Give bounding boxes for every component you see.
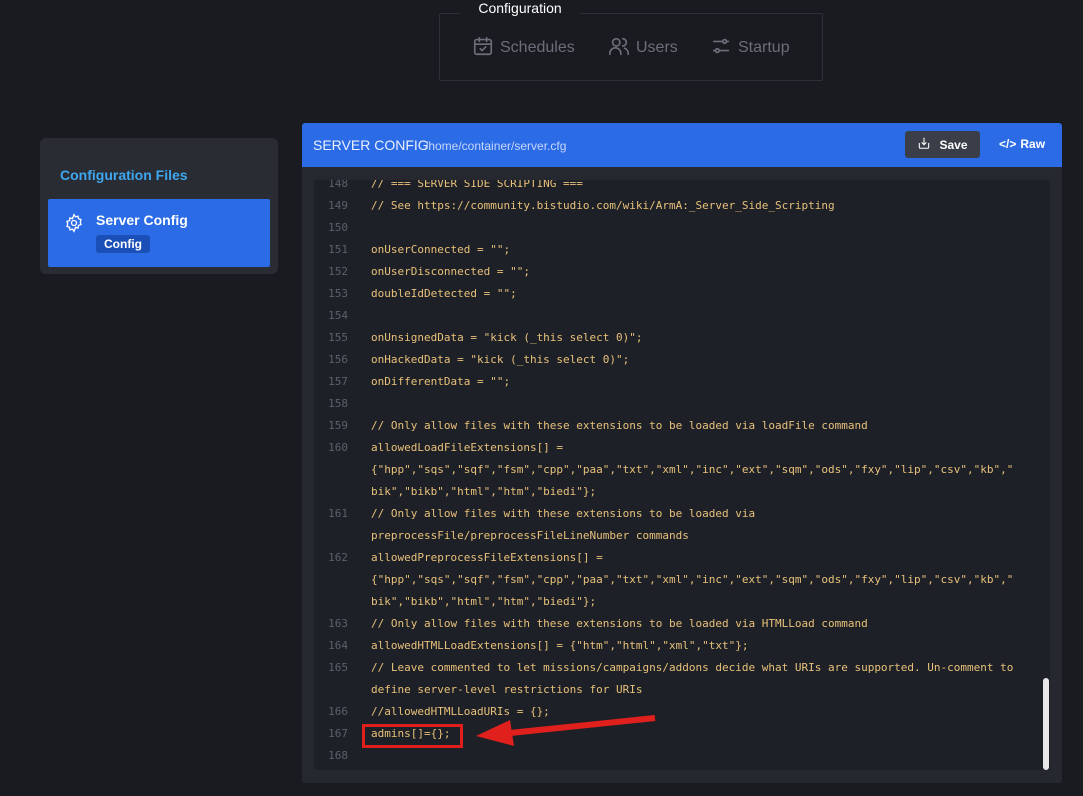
save-button-label: Save [939, 137, 968, 152]
line-number: 167 [328, 727, 348, 740]
sidebar-item-server-config[interactable]: Server Config Config [48, 199, 270, 267]
code-line: bik","bikb","html","htm","biedi"}; [314, 591, 1050, 613]
code-text: allowedPreprocessFileExtensions[] = [371, 551, 603, 564]
editor-header: SERVER CONFIG /home/container/server.cfg… [302, 123, 1062, 167]
users-icon [608, 35, 630, 62]
code-line: 164 allowedHTMLLoadExtensions[] = {"htm",… [314, 635, 1050, 657]
save-button[interactable]: Save [905, 131, 980, 158]
tab-schedules-label: Schedules [500, 39, 575, 56]
line-number: 149 [328, 199, 348, 212]
code-icon: </> [999, 137, 1017, 151]
line-number: 165 [328, 661, 348, 674]
code-line: 155 onUnsignedData = "kick (_this select … [314, 327, 1050, 349]
code-line: 166//allowedHTMLLoadURIs = {}; [314, 701, 1050, 723]
code-line: 151 onUserConnected = ""; [314, 239, 1050, 261]
line-number: 148 [328, 180, 348, 190]
code-text: onHackedData = "kick (_this select 0)"; [371, 353, 630, 366]
sidebar-title: Configuration Files [60, 167, 188, 183]
code-text: // Only allow files with these extension… [371, 507, 756, 520]
code-text: {"hpp","sqs","sqf","fsm","cpp","paa","tx… [371, 463, 1014, 476]
code-line: 158 [314, 393, 1050, 415]
code-text: onDifferentData = ""; [371, 375, 511, 388]
tab-users-label: Users [636, 39, 678, 56]
code-text: bik","bikb","html","htm","biedi"}; [371, 595, 597, 608]
code-line: bik","bikb","html","htm","biedi"}; [314, 481, 1050, 503]
line-number: 163 [328, 617, 348, 630]
annotation-arrow-icon [476, 715, 656, 746]
sidebar-item-name: Server Config [96, 212, 188, 228]
code-line: 156 onHackedData = "kick (_this select 0)… [314, 349, 1050, 371]
code-text: {"hpp","sqs","sqf","fsm","cpp","paa","tx… [371, 573, 1014, 586]
file-path: /home/container/server.cfg [425, 139, 567, 153]
code-text: allowedLoadFileExtensions[] = [371, 441, 564, 454]
calendar-check-icon [472, 35, 494, 62]
raw-button[interactable]: </> Raw [999, 137, 1045, 151]
code-text: // Leave commented to let missions/campa… [371, 661, 1014, 674]
code-line: 163 // Only allow files with these extens… [314, 613, 1050, 635]
line-number: 154 [328, 309, 348, 322]
code-text: preprocessFile/preprocessFileLineNumber … [371, 529, 689, 542]
sliders-icon [710, 35, 732, 62]
save-icon [917, 136, 931, 153]
config-badge: Config [96, 235, 150, 253]
code-text: bik","bikb","html","htm","biedi"}; [371, 485, 597, 498]
code-line: {"hpp","sqs","sqf","fsm","cpp","paa","tx… [314, 459, 1050, 481]
code-editor[interactable]: 148 // === SERVER SIDE SCRIPTING === 149 //… [314, 180, 1050, 770]
line-number: 160 [328, 441, 348, 454]
editor-title: SERVER CONFIG [313, 137, 429, 153]
line-number: 162 [328, 551, 348, 564]
line-number: 151 [328, 243, 348, 256]
code-line: 159 // Only allow files with these extens… [314, 415, 1050, 437]
code-line: 168 [314, 745, 1050, 767]
line-number: 156 [328, 353, 348, 366]
line-number: 157 [328, 375, 348, 388]
raw-button-label: Raw [1020, 137, 1046, 151]
annotation-highlight-box [362, 724, 463, 748]
line-number: 168 [328, 749, 348, 762]
code-line: 165 // Leave commented to let missions/ca… [314, 657, 1050, 679]
code-line: 153 doubleIdDetected = ""; [314, 283, 1050, 305]
code-line: 162 allowedPreprocessFileExtensions[] = [314, 547, 1050, 569]
code-text: onUserDisconnected = ""; [371, 265, 530, 278]
line-number: 150 [328, 221, 348, 234]
code-text: define server-level restrictions for URI… [371, 683, 643, 696]
code-line: 152 onUserDisconnected = ""; [314, 261, 1050, 283]
gear-icon [64, 213, 84, 233]
line-number: 161 [328, 507, 348, 520]
line-number: 153 [328, 287, 348, 300]
configuration-files-sidebar: Configuration Files Server Config Config [40, 138, 278, 274]
line-number: 164 [328, 639, 348, 652]
tab-users[interactable]: Users [608, 36, 678, 60]
code-text: // Only allow files with these extension… [371, 617, 868, 630]
code-line: 160 allowedLoadFileExtensions[] = [314, 437, 1050, 459]
line-number: 166 [328, 705, 348, 718]
tab-startup-label: Startup [738, 39, 790, 56]
line-number: 152 [328, 265, 348, 278]
code-text: onUnsignedData = "kick (_this select 0)"… [371, 331, 643, 344]
code-text: doubleIdDetected = ""; [371, 287, 517, 300]
code-line: define server-level restrictions for URI… [314, 679, 1050, 701]
tab-schedules[interactable]: Schedules [472, 36, 575, 60]
code-line: preprocessFile/preprocessFileLineNumber … [314, 525, 1050, 547]
code-line: 154 [314, 305, 1050, 327]
line-number: 155 [328, 331, 348, 344]
code-line: 161 // Only allow files with these extens… [314, 503, 1050, 525]
tab-startup[interactable]: Startup [710, 36, 790, 60]
code-line: 148 // === SERVER SIDE SCRIPTING === [314, 180, 1050, 195]
scrollbar[interactable] [1043, 678, 1049, 770]
code-line: 157 onDifferentData = ""; [314, 371, 1050, 393]
editor-panel: SERVER CONFIG /home/container/server.cfg… [302, 123, 1062, 783]
code-text: allowedHTMLLoadExtensions[] = {"htm","ht… [371, 639, 749, 652]
code-text: onUserConnected = ""; [371, 243, 511, 256]
code-text: // See https://community.bistudio.com/wi… [371, 199, 835, 212]
code-line: 150 [314, 217, 1050, 239]
code-line: {"hpp","sqs","sqf","fsm","cpp","paa","tx… [314, 569, 1050, 591]
code-line: 149 // See https://community.bistudio.com… [314, 195, 1050, 217]
line-number: 159 [328, 419, 348, 432]
line-number: 158 [328, 397, 348, 410]
code-text: // === SERVER SIDE SCRIPTING === [371, 180, 583, 190]
tab-configuration[interactable]: Configuration [460, 0, 580, 22]
code-text: // Only allow files with these extension… [371, 419, 868, 432]
